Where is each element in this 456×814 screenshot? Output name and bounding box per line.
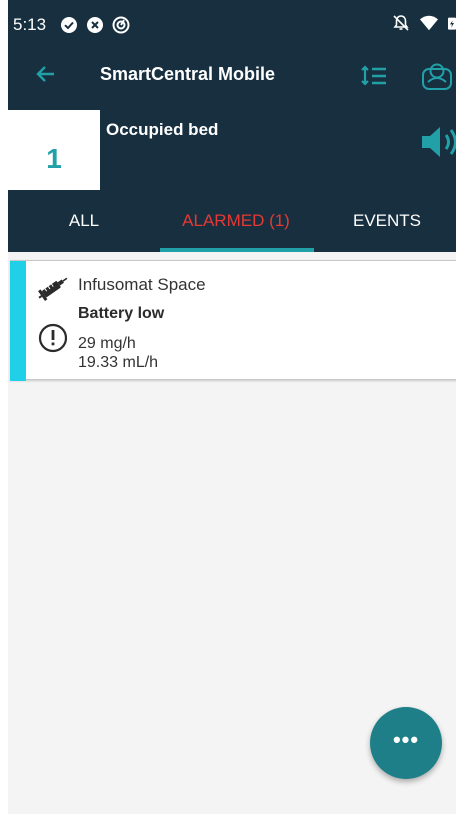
bed-status: Occupied bed	[106, 120, 219, 139]
bed-header: 1 Occupied bed	[8, 102, 456, 190]
dose-rate: 29 mg/h	[78, 335, 136, 352]
notifications-off-icon	[392, 14, 410, 32]
status-time: 5:13	[13, 15, 47, 34]
infusion-rate: 19.33 mL/h	[78, 354, 159, 371]
alarm-card[interactable]: Infusomat Space Battery low 29 mg/h 19.3…	[10, 260, 456, 381]
alarm-message: Battery low	[78, 305, 165, 322]
volume-button[interactable]	[420, 122, 456, 162]
app-screen: 5:13 SmartCentral Mobile 1 Occupied bed …	[8, 0, 456, 814]
tab-indicator	[160, 248, 314, 252]
battery-icon	[448, 14, 456, 32]
device-name: Infusomat Space	[78, 275, 206, 294]
tab-events[interactable]: EVENTS	[312, 190, 456, 252]
alarm-priority-stripe	[10, 261, 26, 381]
more-icon: •••	[392, 727, 420, 752]
wifi-icon	[420, 14, 438, 32]
status-bar: 5:13	[8, 0, 456, 50]
app-title: SmartCentral Mobile	[100, 64, 276, 84]
app-bar: SmartCentral Mobile	[8, 50, 456, 102]
status-icons-left	[60, 16, 130, 34]
sort-button[interactable]	[360, 62, 390, 90]
tab-alarmed[interactable]: ALARMED (1)	[160, 190, 312, 252]
bed-number: 1	[46, 143, 62, 174]
back-button[interactable]	[32, 62, 60, 90]
sort-icon	[360, 65, 390, 94]
back-arrow-icon	[34, 62, 58, 91]
more-actions-button[interactable]: •••	[370, 707, 442, 779]
check-circle-icon	[60, 16, 78, 34]
alert-icon	[38, 323, 68, 353]
blocked-icon	[86, 16, 104, 34]
sync-icon	[112, 16, 130, 34]
bed-number-box[interactable]: 1	[8, 110, 100, 190]
tab-all[interactable]: ALL	[8, 190, 160, 252]
tab-bar: ALL ALARMED (1) EVENTS	[8, 190, 456, 252]
bed-view-button[interactable]	[420, 60, 454, 92]
bed-view-icon	[420, 63, 454, 96]
syringe-icon	[36, 271, 70, 305]
status-icons-right	[392, 14, 456, 32]
volume-icon	[420, 127, 456, 166]
